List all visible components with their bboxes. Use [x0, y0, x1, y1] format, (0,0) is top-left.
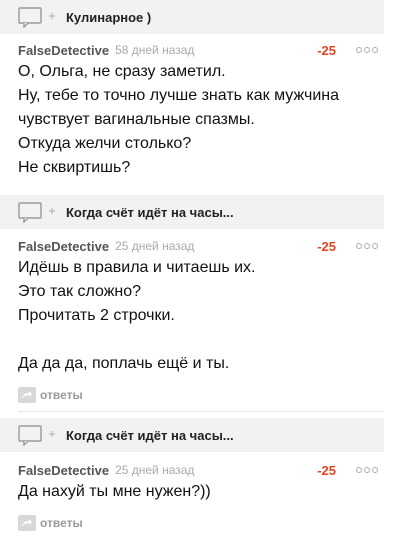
comment-text-line: Идёшь в правила и читаешь их.: [18, 259, 256, 276]
replies-link[interactable]: ответы: [18, 512, 384, 534]
comment-text: Да нахуй ты мне нужен?)): [18, 480, 384, 504]
divider: [18, 411, 384, 412]
post-title: Кулинарное ): [66, 9, 152, 25]
comment-text: О, Ольга, не сразу заметил. Ну, тебе то …: [18, 60, 384, 180]
comment-text-line: Не сквиртишь?: [18, 159, 131, 176]
post-reference-bar[interactable]: Когда счёт идёт на часы...: [0, 195, 384, 229]
comment-rating: -25: [317, 42, 336, 58]
comment-text-line: Прочитать 2 строчки.: [18, 307, 175, 324]
comment-text-line: Это так сложно?: [18, 283, 142, 300]
replies-label: ответы: [40, 516, 83, 530]
more-dots-icon[interactable]: [356, 243, 378, 249]
post-reference-bar[interactable]: Кулинарное ): [0, 0, 384, 34]
comment-text-line: Откуда желчи столько?: [18, 135, 192, 152]
comment-text-line: О, Ольга, не сразу заметил.: [18, 63, 226, 80]
more-dots-icon[interactable]: [356, 467, 378, 473]
post-title: Когда счёт идёт на часы...: [66, 427, 234, 443]
comment-author[interactable]: FalseDetective: [18, 43, 109, 58]
comment-author[interactable]: FalseDetective: [18, 463, 109, 478]
comment: FalseDetective 25 дней назад -25 Идёшь в…: [0, 236, 384, 406]
comment-text-line: Да нахуй ты мне нужен?)): [18, 483, 211, 500]
comment-meta: FalseDetective 58 дней назад -25: [18, 40, 384, 60]
comment-bubble-add-icon: [18, 6, 58, 28]
comment-meta: FalseDetective 25 дней назад -25: [18, 236, 384, 256]
replies-label: ответы: [40, 388, 83, 402]
comment-text-line: Да да да, поплачь ещё и ты.: [18, 355, 230, 372]
comment-bubble-add-icon: [18, 424, 58, 446]
reply-arrow-icon: [18, 515, 36, 531]
post-title: Когда счёт идёт на часы...: [66, 204, 234, 220]
comment-date[interactable]: 58 дней назад: [115, 43, 194, 57]
comment-rating: -25: [317, 238, 336, 254]
comment-date[interactable]: 25 дней назад: [115, 239, 194, 253]
comment-text-line: чувствует вагинальные спазмы.: [18, 111, 255, 128]
post-reference-bar[interactable]: Когда счёт идёт на часы...: [0, 418, 384, 452]
comment-text: Идёшь в правила и читаешь их. Это так сл…: [18, 256, 384, 376]
more-dots-icon[interactable]: [356, 47, 378, 53]
comment-text-line: Ну, тебе то точно лучше знать как мужчин…: [18, 87, 340, 104]
comment: FalseDetective 58 дней назад -25 О, Ольг…: [0, 40, 384, 180]
reply-arrow-icon: [18, 387, 36, 403]
comment-rating: -25: [317, 462, 336, 478]
comment-meta: FalseDetective 25 дней назад -25: [18, 460, 384, 480]
comment-text-line: [18, 328, 384, 352]
comment-date[interactable]: 25 дней назад: [115, 463, 194, 477]
comment-bubble-add-icon: [18, 201, 58, 223]
comment-author[interactable]: FalseDetective: [18, 239, 109, 254]
comment: FalseDetective 25 дней назад -25 Да наху…: [0, 460, 384, 534]
replies-link[interactable]: ответы: [18, 384, 384, 406]
